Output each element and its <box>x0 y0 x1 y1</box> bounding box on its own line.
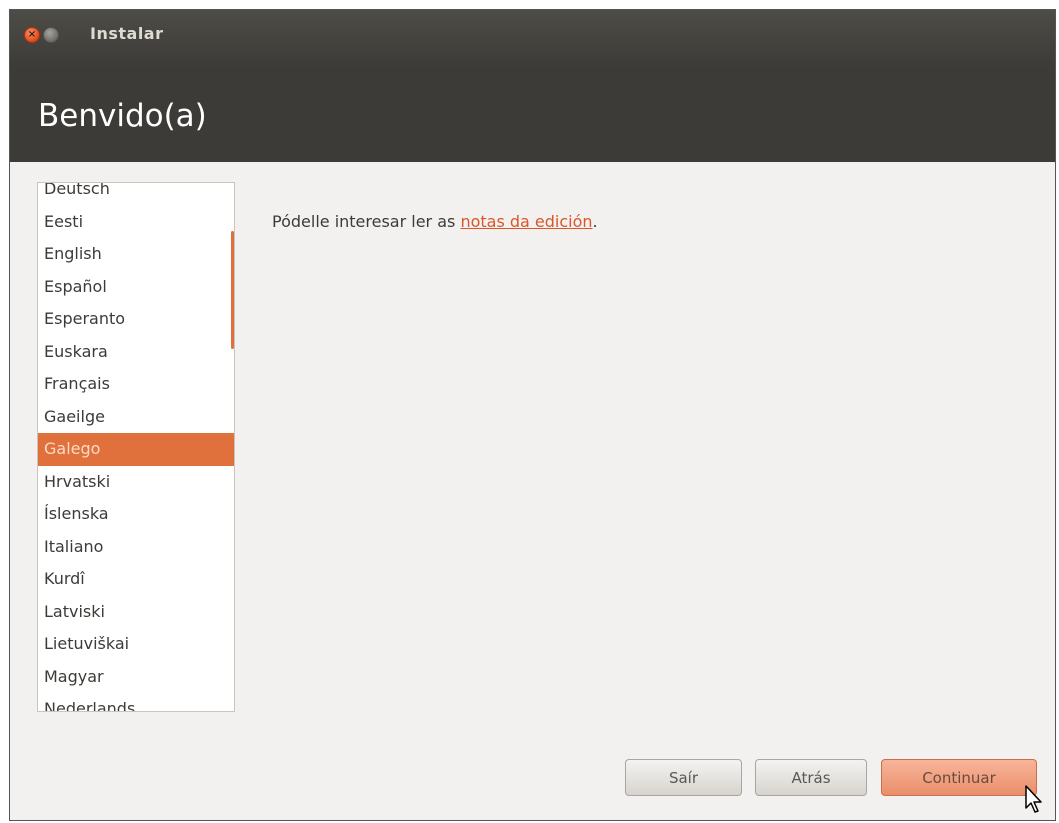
continue-button[interactable]: Continuar <box>881 759 1037 796</box>
close-icon[interactable]: × <box>24 27 40 43</box>
scrollbar-thumb[interactable] <box>231 231 234 349</box>
language-item[interactable]: Français <box>38 368 234 401</box>
language-list[interactable]: Deutsch Eesti English Español Esperanto Euska… <box>37 182 235 712</box>
language-item[interactable]: Euskara <box>38 336 234 369</box>
language-item[interactable]: Gaeilge <box>38 401 234 434</box>
language-item[interactable]: Esperanto <box>38 303 234 336</box>
language-item[interactable]: Kurdî <box>38 563 234 596</box>
language-item[interactable]: English <box>38 238 234 271</box>
close-glyph: × <box>27 29 37 40</box>
language-list-items: Deutsch Eesti English Español Esperanto Euska… <box>38 183 234 711</box>
back-button[interactable]: Atrás <box>755 759 867 796</box>
language-item[interactable]: Latviski <box>38 596 234 629</box>
header: Benvido(a) <box>10 68 1055 162</box>
language-item[interactable]: Italiano <box>38 531 234 564</box>
release-notes-prefix: Pódelle interesar ler as <box>272 212 461 231</box>
minimize-icon[interactable] <box>43 27 59 43</box>
language-item[interactable]: Hrvatski <box>38 466 234 499</box>
language-item[interactable]: Deutsch <box>38 183 234 206</box>
language-item[interactable]: Nederlands <box>38 693 234 711</box>
mouse-pointer-icon <box>1025 785 1042 813</box>
release-notes-link[interactable]: notas da edición <box>460 212 592 231</box>
language-item[interactable]: Lietuviškai <box>38 628 234 661</box>
title-bar[interactable]: × Instalar <box>10 10 1055 68</box>
page-title: Benvido(a) <box>38 98 207 134</box>
language-item[interactable]: Eesti <box>38 206 234 239</box>
quit-button[interactable]: Saír <box>625 759 742 796</box>
language-item[interactable]: Íslenska <box>38 498 234 531</box>
window-title: Instalar <box>90 24 164 43</box>
installer-window: × Instalar Benvido(a) Deutsch Eesti Englis… <box>9 9 1056 821</box>
release-notes-suffix: . <box>592 212 598 231</box>
language-item[interactable]: Magyar <box>38 661 234 694</box>
language-item[interactable]: Galego <box>38 433 234 466</box>
release-notes-text: Pódelle interesar ler as notas da edició… <box>272 212 598 231</box>
language-item[interactable]: Español <box>38 271 234 304</box>
